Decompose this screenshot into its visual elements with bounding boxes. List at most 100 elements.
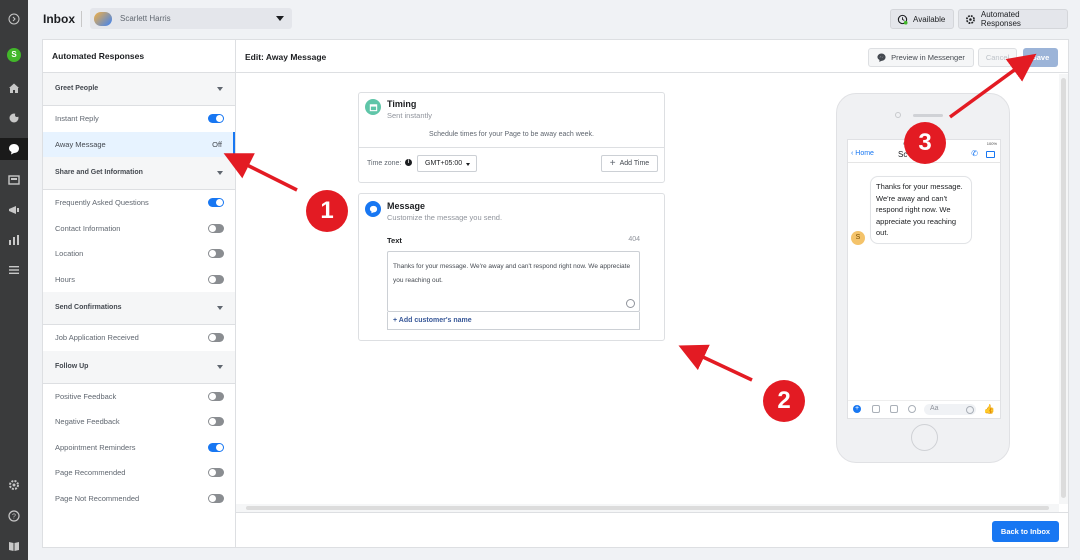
insights-icon[interactable] [6, 232, 22, 248]
sidebar-item-appointment-reminders[interactable]: Appointment Reminders [43, 435, 235, 461]
editor-header: Edit: Away Message Preview in Messenger … [236, 40, 1068, 73]
sidebar-item-label: Location [55, 249, 84, 258]
automated-responses-button[interactable]: Automated Responses [958, 9, 1068, 29]
sidebar-item-label: Page Not Recommended [55, 493, 140, 503]
sidebar-item-page-recommended[interactable]: Page Recommended [43, 460, 235, 486]
camera-icon[interactable] [872, 405, 880, 413]
calendar-icon [365, 99, 381, 115]
toggle-switch[interactable] [208, 114, 224, 123]
notifications-icon[interactable] [6, 110, 22, 126]
chevron-down-icon [217, 171, 223, 175]
available-label: Available [913, 14, 946, 24]
add-time-button[interactable]: + Add Time [601, 155, 658, 172]
toggle-switch[interactable] [208, 223, 224, 233]
annotation-badge-1: 1 [306, 190, 348, 232]
status-label: Off [212, 139, 222, 149]
toggle-switch[interactable] [208, 198, 224, 207]
scroll-thumb[interactable] [246, 506, 1049, 510]
sidebar-item-instant-reply[interactable]: Instant Reply [43, 106, 235, 132]
left-rail: S ? [0, 0, 28, 560]
page-selector[interactable]: Scarlett Harris [90, 8, 292, 29]
timing-card: Timing Sent instantly Schedule times for… [358, 92, 665, 183]
group-label: Greet People [55, 85, 99, 92]
toggle-switch[interactable] [208, 391, 224, 401]
group-greet-people[interactable]: Greet People [43, 73, 235, 106]
scroll-thumb[interactable] [1061, 78, 1066, 498]
message-textarea[interactable]: Thanks for your message. We're away and … [387, 251, 640, 312]
sidebar-item-job-application[interactable]: Job Application Received [43, 325, 235, 351]
sidebar-item-label: Contact Information [55, 223, 121, 233]
inbox-icon[interactable] [0, 138, 28, 160]
toggle-switch[interactable] [208, 468, 224, 477]
timezone-label: Time zone: [367, 160, 402, 167]
schedule-text: Schedule times for your Page to be away … [429, 131, 594, 138]
emoji-icon[interactable] [626, 299, 635, 308]
sender-avatar: S [851, 231, 865, 245]
menu-icon[interactable] [6, 262, 22, 278]
sidebar-item-page-not-recommended[interactable]: Page Not Recommended [43, 486, 235, 512]
toggle-switch[interactable] [208, 249, 224, 258]
add-customer-name-button[interactable]: + Add customer's name [387, 312, 640, 330]
image-icon[interactable] [890, 405, 898, 413]
horizontal-scrollbar[interactable] [236, 504, 1059, 512]
char-count: 404 [628, 236, 640, 243]
group-follow-up[interactable]: Follow Up [43, 350, 235, 384]
info-icon[interactable]: i [405, 159, 412, 166]
group-send-confirmations[interactable]: Send Confirmations [43, 292, 235, 325]
toggle-switch[interactable] [208, 493, 224, 503]
toggle-switch[interactable] [208, 417, 224, 426]
pages-icon[interactable] [6, 172, 22, 188]
preview-button[interactable]: Preview in Messenger [868, 48, 974, 67]
sidebar-item-location[interactable]: Location [43, 241, 235, 267]
available-button[interactable]: Available [890, 9, 954, 29]
toggle-switch[interactable] [208, 442, 224, 452]
message-subtitle: Customize the message you send. [387, 213, 503, 222]
group-label: Follow Up [55, 362, 89, 370]
vertical-scrollbar[interactable] [1059, 74, 1068, 504]
gear-icon [965, 14, 975, 24]
sidebar-item-label: Job Application Received [55, 333, 139, 342]
timing-subtitle: Sent instantly [387, 111, 433, 120]
avatar[interactable]: S [6, 47, 22, 63]
back-link[interactable]: ‹ Home [851, 150, 874, 157]
mic-icon[interactable] [908, 405, 916, 413]
page-name: Scarlett Harris [120, 14, 171, 23]
toggle-switch[interactable] [208, 333, 224, 342]
back-label: Home [855, 150, 874, 157]
ads-icon[interactable] [6, 202, 22, 218]
group-share-info[interactable]: Share and Get Information [43, 157, 235, 190]
thumbs-up-icon[interactable]: 👍 [984, 404, 995, 415]
sidebar-item-label: Appointment Reminders [55, 442, 136, 452]
sidebar-item-contact-info[interactable]: Contact Information [43, 216, 235, 242]
home-icon[interactable] [6, 80, 22, 96]
sidebar-item-label: Negative Feedback [55, 417, 120, 426]
sidebar-item-faq[interactable]: Frequently Asked Questions [43, 190, 235, 216]
phone-icon[interactable]: ✆ [971, 149, 978, 158]
sidebar-item-label: Page Recommended [55, 468, 126, 477]
cancel-button[interactable]: Cancel [978, 48, 1017, 67]
sidebar-item-hours[interactable]: Hours [43, 267, 235, 293]
text-label: Text [387, 236, 402, 245]
sidebar-item-negative-feedback[interactable]: Negative Feedback [43, 409, 235, 435]
expand-icon[interactable] [6, 11, 22, 27]
emoji-icon[interactable] [966, 406, 974, 414]
timezone-select[interactable]: GMT+05:00 [417, 155, 477, 172]
plus-icon[interactable]: + [853, 405, 861, 413]
sidebar-item-positive-feedback[interactable]: Positive Feedback [43, 384, 235, 410]
back-to-inbox-button[interactable]: Back to Inbox [992, 521, 1059, 542]
message-card: Message Customize the message you send. … [358, 193, 665, 341]
timezone-value: GMT+05:00 [425, 160, 463, 167]
toggle-switch[interactable] [208, 274, 224, 284]
video-icon[interactable] [986, 151, 995, 158]
clock-icon [897, 14, 908, 25]
timing-title: Timing [387, 99, 417, 109]
phone-home-button [911, 424, 938, 451]
settings-icon[interactable] [6, 477, 22, 493]
save-button[interactable]: Save [1023, 48, 1058, 67]
help-icon[interactable]: ? [6, 508, 22, 524]
sidebar-item-away-message[interactable]: Away Message Off [43, 131, 235, 157]
responses-sidebar: Automated Responses Greet People Instant… [43, 40, 236, 547]
group-label: Send Confirmations [55, 304, 122, 311]
book-icon[interactable] [6, 538, 22, 554]
battery-level: 100% [986, 141, 997, 146]
